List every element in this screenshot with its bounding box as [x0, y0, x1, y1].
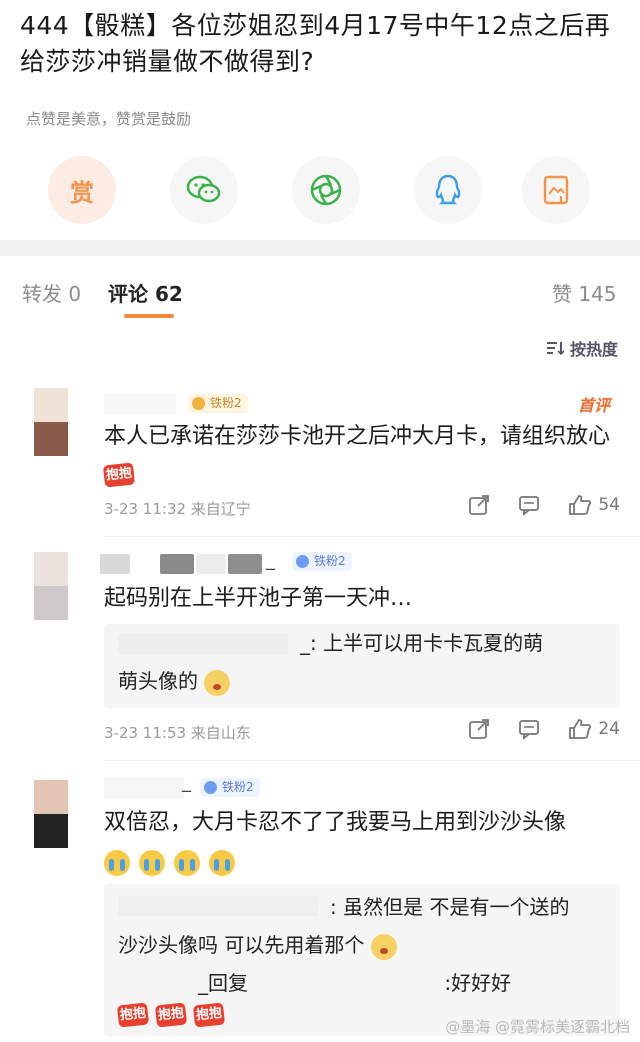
reward-button[interactable]: 赏: [48, 156, 116, 224]
avatar[interactable]: [34, 780, 68, 848]
username-blurred[interactable]: [228, 554, 262, 574]
sort-label: 按热度: [569, 340, 618, 359]
sort-button[interactable]: 按热度: [546, 336, 618, 360]
reply-box[interactable]: _: 上半可以用卡卡瓦夏的萌 萌头像的: [104, 624, 620, 708]
comment-meta: 3-23 11:32 来自辽宁: [104, 500, 251, 518]
username-suffix: _: [182, 772, 191, 793]
like-button[interactable]: 54: [568, 494, 620, 516]
like-count: 54: [598, 495, 620, 515]
reply-line: _: 上半可以用卡卡瓦夏的萌: [300, 631, 544, 655]
face-emoji: [204, 669, 231, 696]
tab-like[interactable]: 赞 145: [552, 278, 617, 307]
fan-badge: 铁粉2: [292, 552, 352, 571]
hug-emoji: 抱抱: [154, 1002, 188, 1028]
fan-badge: 铁粉2: [200, 778, 260, 797]
moments-icon: [310, 174, 342, 206]
reply-line: _回复 :好好好: [198, 971, 512, 995]
avatar[interactable]: [34, 388, 68, 456]
reward-tip: 点赞是美意，赞赏是鼓励: [26, 110, 192, 128]
comment-meta: 3-23 11:53 来自山东: [104, 724, 251, 742]
username-blurred[interactable]: [104, 394, 176, 414]
hug-emoji: 抱抱: [102, 462, 136, 488]
save-image-button[interactable]: [522, 156, 590, 224]
like-count: 24: [598, 719, 620, 739]
avatar[interactable]: [34, 552, 68, 620]
share-icon[interactable]: [468, 718, 490, 740]
username-blurred[interactable]: [104, 778, 184, 798]
qq-share-button[interactable]: [414, 156, 482, 224]
username-blurred[interactable]: [100, 554, 130, 574]
username-blurred[interactable]: [160, 554, 194, 574]
comment-tabs: 转发 0 评论 62 赞 145: [0, 256, 640, 322]
save-image-icon: [543, 175, 569, 205]
first-comment-tag: 首评: [577, 396, 610, 415]
like-button[interactable]: 24: [568, 718, 620, 740]
hug-emoji: 抱抱: [116, 1002, 150, 1028]
reply-line: : 虽然但是 不是有一个送的: [330, 895, 570, 919]
wechat-icon: [186, 175, 221, 203]
crying-emoji: [174, 850, 200, 876]
sort-icon: [546, 342, 564, 356]
comment-text: 起码别在上半开池子第一天冲…: [104, 586, 413, 611]
divider: [104, 760, 640, 761]
active-tab-indicator: [124, 314, 174, 318]
share-icon[interactable]: [468, 494, 490, 516]
comment-actions: 54: [468, 494, 620, 516]
comment-text: 双倍忍，大月卡忍不了了我要马上用到沙沙头像: [104, 804, 624, 882]
reply-icon[interactable]: [518, 718, 540, 740]
hug-emoji-row: 抱抱 抱抱 抱抱: [116, 1002, 226, 1028]
reply-icon[interactable]: [518, 494, 540, 516]
comment-text: 本人已承诺在莎莎卡池开之后冲大月卡，请组织放心 抱抱: [102, 418, 624, 494]
fan-badge: 铁粉2: [188, 394, 248, 413]
username-blurred[interactable]: [118, 634, 288, 654]
crying-emoji: [104, 850, 130, 876]
reward-label: 赏: [70, 178, 94, 207]
reply-box[interactable]: : 虽然但是 不是有一个送的 沙沙头像吗 可以先用着那个 _回复 :好好好 抱抱…: [104, 884, 620, 1036]
tab-comment[interactable]: 评论 62: [108, 278, 183, 307]
moments-share-button[interactable]: [292, 156, 360, 224]
username-blurred[interactable]: [196, 554, 226, 574]
username-suffix: _: [266, 550, 275, 571]
crying-emoji: [209, 850, 235, 876]
thumb-up-icon: [569, 719, 592, 739]
qq-icon: [435, 174, 461, 205]
section-gap: [0, 240, 640, 256]
face-emoji: [370, 933, 397, 960]
wechat-share-button[interactable]: [170, 156, 238, 224]
post-title: 444【骰糕】各位莎姐忍到4月17号中午12点之后再给莎莎冲销量做不做得到?: [20, 11, 611, 76]
hug-emoji: 抱抱: [192, 1002, 226, 1028]
crying-emoji: [139, 850, 165, 876]
share-row: 赏: [0, 150, 640, 230]
reply-line: 沙沙头像吗 可以先用着那个: [118, 928, 397, 962]
reply-line: 萌头像的: [118, 664, 231, 698]
divider: [104, 536, 640, 537]
thumb-up-icon: [569, 495, 592, 515]
watermark: @墨海 @霓雾标美逐霸北档: [445, 1018, 630, 1036]
tab-repost[interactable]: 转发 0: [22, 278, 81, 307]
comment-actions: 24: [468, 718, 620, 740]
username-blurred[interactable]: [118, 896, 318, 916]
